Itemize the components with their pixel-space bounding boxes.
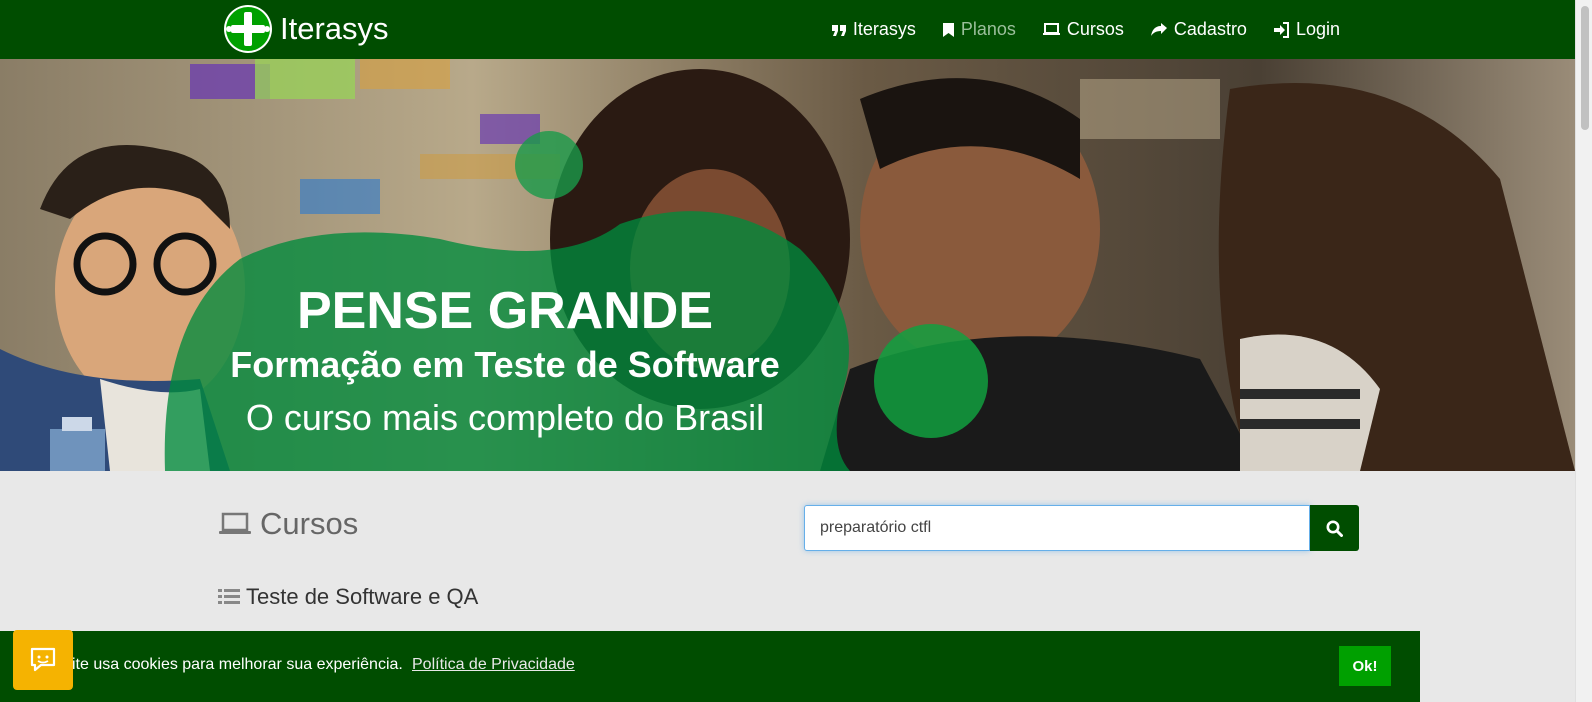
hero-tagline: O curso mais completo do Brasil <box>245 397 765 438</box>
chat-widget-button[interactable] <box>13 630 73 690</box>
nav-item-label: Planos <box>960 19 1016 39</box>
nav-item-label: Cursos <box>1066 19 1124 39</box>
share-icon <box>1150 22 1167 36</box>
nav-item-iterasys[interactable]: Iterasys <box>831 19 916 40</box>
quote-icon <box>831 24 846 36</box>
cookie-consent-bar: ite usa cookies para melhorar sua experi… <box>0 631 1420 702</box>
iterasys-logo-icon <box>224 5 272 53</box>
nav-item-cursos[interactable]: Cursos <box>1042 19 1124 40</box>
sign-in-icon <box>1273 21 1289 38</box>
brand-link[interactable]: Iterasys <box>223 4 389 54</box>
nav-item-label: Cadastro <box>1173 19 1247 39</box>
page-scrollbar[interactable] <box>1575 0 1592 702</box>
hero-title: PENSE GRANDE <box>296 282 714 340</box>
chat-icon <box>30 647 56 672</box>
laptop-icon <box>219 512 251 534</box>
nav-item-label: Login <box>1295 19 1340 39</box>
course-category[interactable]: Teste de Software e QA <box>218 584 478 610</box>
nav-item-planos[interactable]: Planos <box>942 19 1016 40</box>
search-icon <box>1326 520 1343 537</box>
privacy-policy-link[interactable]: Política de Privacidade <box>412 656 575 674</box>
search-button[interactable] <box>1310 505 1359 551</box>
main-nav: Iterasys Planos Cursos Cadastro Login <box>805 0 1340 59</box>
nav-item-login[interactable]: Login <box>1273 19 1340 40</box>
hero-subtitle: Formação em Teste de Software <box>230 344 780 385</box>
course-category-label: Teste de Software e QA <box>246 584 479 609</box>
cookie-message: ite usa cookies para melhorar sua experi… <box>72 656 403 673</box>
brand-name: Iterasys <box>280 11 389 46</box>
course-search-input[interactable] <box>804 505 1310 551</box>
courses-heading: Cursos <box>218 506 358 542</box>
bookmark-icon <box>942 22 954 37</box>
nav-item-cadastro[interactable]: Cadastro <box>1150 19 1247 40</box>
nav-item-label: Iterasys <box>852 19 916 39</box>
laptop-icon <box>1042 23 1060 35</box>
top-navbar: Iterasys Iterasys Planos Cursos Cadastro… <box>0 0 1575 59</box>
hero-banner: PENSE GRANDE Formação em Teste de Softwa… <box>0 59 1575 471</box>
scrollbar-thumb[interactable] <box>1581 6 1589 130</box>
cookie-ok-button[interactable]: Ok! <box>1339 646 1391 686</box>
courses-heading-label: Cursos <box>260 506 359 541</box>
list-icon <box>218 589 240 604</box>
